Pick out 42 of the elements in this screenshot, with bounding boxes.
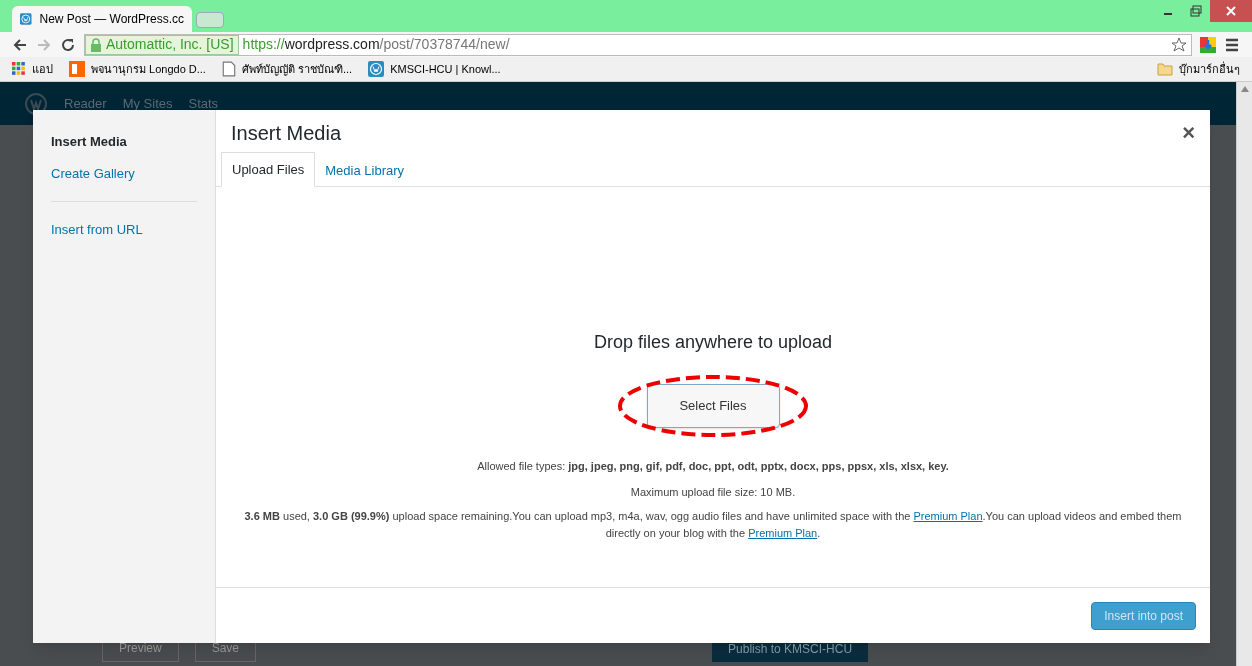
url-text: https://wordpress.com/post/70378744/new/ [242,35,510,54]
nav-link[interactable]: Reader [64,93,107,114]
bookmark-item[interactable]: พจนานุกรม Longdo D... [69,60,206,78]
nav-link[interactable]: Stats [188,93,219,114]
wordpress-icon [368,61,385,77]
premium-plan-link[interactable]: Premium Plan [913,510,983,522]
apps-grid-icon [12,62,26,76]
close-icon[interactable] [1210,0,1252,22]
folder-icon [1157,62,1173,76]
other-bookmarks[interactable]: บุ๊กมาร์กอื่นๆ [1157,60,1240,78]
bookmark-item[interactable]: KMSCI-HCU | Knowl... [368,60,501,78]
reload-icon[interactable] [60,36,76,53]
sidebar-item[interactable]: Insert Media [51,126,197,158]
close-button[interactable]: × [1182,121,1195,144]
site-icon [69,61,85,77]
address-bar[interactable]: Automattic, Inc. [US] https://wordpress.com/post/70378744/new/ [84,33,1192,56]
browser-tab[interactable]: New Post — WordPress.cc [12,6,192,32]
upload-space-note: 3.6 MB used, 3.0 GB (99.9%) upload space remaining.You can upload mp3, m4a, wav, ogg audio files and have unlimited space with the Premium Plan.You can upload videos and embed them directly on your blog with the Premium Plan. [243,509,1183,541]
page-icon [221,61,236,77]
lock-icon [90,37,102,52]
star-icon[interactable] [1171,36,1187,53]
scroll-up-icon[interactable] [1240,86,1249,92]
wordpress-logo-icon[interactable] [24,91,48,116]
bookmark-item[interactable]: ศัพท์บัญญัติ ราชบัณฑิ... [221,60,353,78]
sidebar-item[interactable]: Insert from URL [51,214,197,246]
wordpress-icon [20,11,32,27]
back-icon[interactable] [12,36,28,53]
max-upload-size: Maximum upload file size: 10 MB. [630,484,796,500]
tab-title: New Post — WordPress.cc [39,11,184,28]
bookmark-item[interactable]: แอป [12,60,53,78]
sidebar-item[interactable]: Create Gallery [51,157,197,189]
select-files-button[interactable]: Select Files [646,384,780,428]
menu-icon[interactable] [1224,36,1240,53]
scrollbar[interactable] [1236,82,1252,666]
allowed-file-types: Allowed file types: jpg, jpeg, png, gif, pdf, doc, ppt, odt, pptx, docx, pps, ppsx, xls, xlsx, key. [477,459,949,474]
modal-tab[interactable]: Upload Files [221,151,316,187]
drop-instruction: Drop files anywhere to upload [593,331,833,354]
modal-title: Insert Media [231,120,342,146]
security-label: Automattic, Inc. [US] [85,34,239,55]
modal-tab[interactable]: Media Library [315,153,415,187]
nav-link[interactable]: My Sites [122,93,173,114]
extension-icon[interactable] [1200,36,1216,53]
